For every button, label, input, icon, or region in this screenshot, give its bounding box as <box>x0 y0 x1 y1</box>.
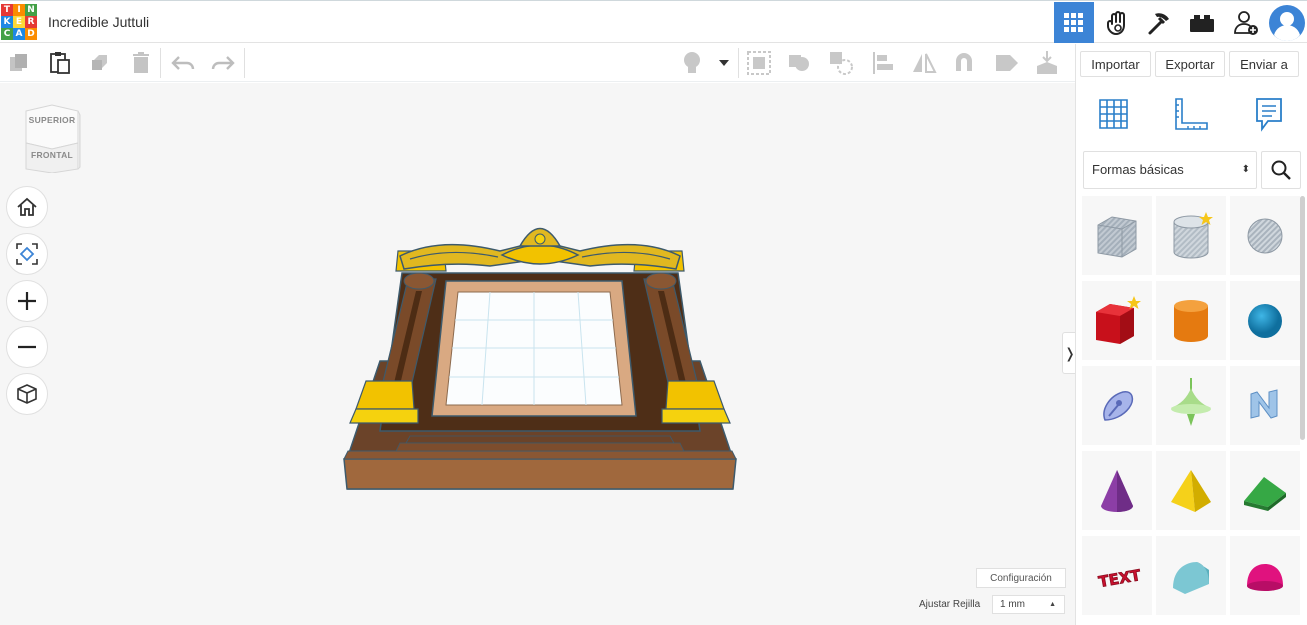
logo-letter: N <box>25 4 37 16</box>
undo-icon[interactable] <box>170 51 196 75</box>
cylinder-hole-shape[interactable] <box>1156 196 1226 275</box>
hole-icon[interactable] <box>828 51 854 75</box>
tinkercad-app: TINKERCAD Incredible Juttuli SUPERIOR FR… <box>0 0 1307 625</box>
bricks-icon[interactable] <box>1182 2 1222 43</box>
top-bar: TINKERCAD Incredible Juttuli <box>0 0 1307 43</box>
text-shape[interactable]: TEXT <box>1082 536 1152 615</box>
export-button[interactable]: Exportar <box>1155 51 1225 77</box>
cylinder-shape[interactable] <box>1156 281 1226 360</box>
ungroup-icon[interactable] <box>786 51 812 75</box>
drop-icon[interactable] <box>1034 51 1060 75</box>
duplicate-icon[interactable] <box>87 51 113 75</box>
sphere-shape[interactable] <box>1230 281 1300 360</box>
zoom-out-button[interactable] <box>6 326 48 368</box>
group-icon[interactable] <box>746 51 772 75</box>
view-cube[interactable]: SUPERIOR FRONTAL <box>22 103 82 174</box>
snap-grid-select[interactable]: 1 mm ▲ <box>992 595 1065 614</box>
box-shape[interactable] <box>1082 281 1152 360</box>
tinkercad-logo[interactable]: TINKERCAD <box>1 4 37 40</box>
workplane-canvas[interactable]: SUPERIOR FRONTAL ❭ Configuración Ajustar… <box>0 83 1078 625</box>
search-icon <box>1271 160 1291 180</box>
shapes-panel: Importar Exportar Enviar a Formas básica… <box>1075 44 1307 625</box>
scribble-shape[interactable] <box>1082 366 1152 445</box>
notes-icon[interactable] <box>1249 94 1289 134</box>
add-user-icon[interactable] <box>1226 2 1266 43</box>
zoom-in-icon <box>18 292 36 310</box>
logo-letter: C <box>1 28 13 40</box>
picture-frame-model[interactable] <box>340 211 740 518</box>
copy-icon[interactable] <box>6 51 32 75</box>
zoom-out-icon <box>18 345 36 349</box>
shape-library: TEXT <box>1082 196 1300 625</box>
sphere-hole-shape[interactable] <box>1230 196 1300 275</box>
redo-icon[interactable] <box>210 51 236 75</box>
logo-letter: I <box>13 4 25 16</box>
shape-category-select[interactable]: Formas básicas ⬍ <box>1083 151 1257 189</box>
delete-icon[interactable] <box>128 51 154 75</box>
logo-letter: K <box>1 16 13 28</box>
send-to-button[interactable]: Enviar a <box>1229 51 1299 77</box>
note-icon[interactable] <box>994 51 1020 75</box>
fit-view-button[interactable] <box>6 233 48 275</box>
chevron-updown-icon: ⬍ <box>1241 164 1250 175</box>
align-icon[interactable] <box>870 51 896 75</box>
logo-letter: R <box>25 16 37 28</box>
box-hole-shape[interactable] <box>1082 196 1152 275</box>
perspective-icon <box>17 384 37 404</box>
ruler-icon[interactable] <box>1171 94 1211 134</box>
design-title[interactable]: Incredible Juttuli <box>48 14 149 30</box>
home-icon <box>17 197 37 216</box>
wedge-shape[interactable] <box>1230 451 1300 530</box>
logo-letter: T <box>1 4 13 16</box>
mirror-icon[interactable] <box>911 51 937 75</box>
snap-grid-label: Ajustar Rejilla <box>919 599 981 610</box>
avatar[interactable] <box>1266 2 1307 43</box>
snap-grid-value: 1 mm <box>1000 599 1025 610</box>
settings-button[interactable]: Configuración <box>976 568 1066 588</box>
shape-category-value: Formas básicas <box>1092 162 1184 177</box>
dropdown-caret-icon[interactable] <box>714 51 734 75</box>
cone-shape[interactable] <box>1082 451 1152 530</box>
edit-toolbar <box>0 44 1075 82</box>
hand-wave-icon[interactable] <box>1098 2 1138 43</box>
half-sphere-shape[interactable] <box>1230 536 1300 615</box>
half-cylinder-shape[interactable] <box>1156 536 1226 615</box>
light-bulb-icon[interactable] <box>679 51 705 75</box>
text-n-shape[interactable] <box>1230 366 1300 445</box>
magnet-icon[interactable] <box>951 51 977 75</box>
pickaxe-icon[interactable] <box>1139 2 1179 43</box>
pyramid-shape[interactable] <box>1156 451 1226 530</box>
home-view-button[interactable] <box>6 186 48 228</box>
logo-letter: E <box>13 16 25 28</box>
chevron-up-icon: ▲ <box>1049 601 1056 608</box>
shape-library-scrollbar[interactable] <box>1300 196 1305 440</box>
viewcube-front-label: FRONTAL <box>30 150 74 160</box>
logo-letter: D <box>25 28 37 40</box>
svg-text:TEXT: TEXT <box>1097 565 1142 590</box>
import-button[interactable]: Importar <box>1080 51 1151 77</box>
viewcube-top-label: SUPERIOR <box>28 115 76 125</box>
logo-letter: A <box>13 28 25 40</box>
workplane-icon[interactable] <box>1093 94 1133 134</box>
paraboloid-shape[interactable] <box>1156 366 1226 445</box>
grid-view-icon[interactable] <box>1054 2 1094 43</box>
paste-icon[interactable] <box>47 51 73 75</box>
perspective-button[interactable] <box>6 373 48 415</box>
fit-view-icon <box>16 243 38 265</box>
zoom-in-button[interactable] <box>6 280 48 322</box>
search-button[interactable] <box>1261 151 1301 189</box>
